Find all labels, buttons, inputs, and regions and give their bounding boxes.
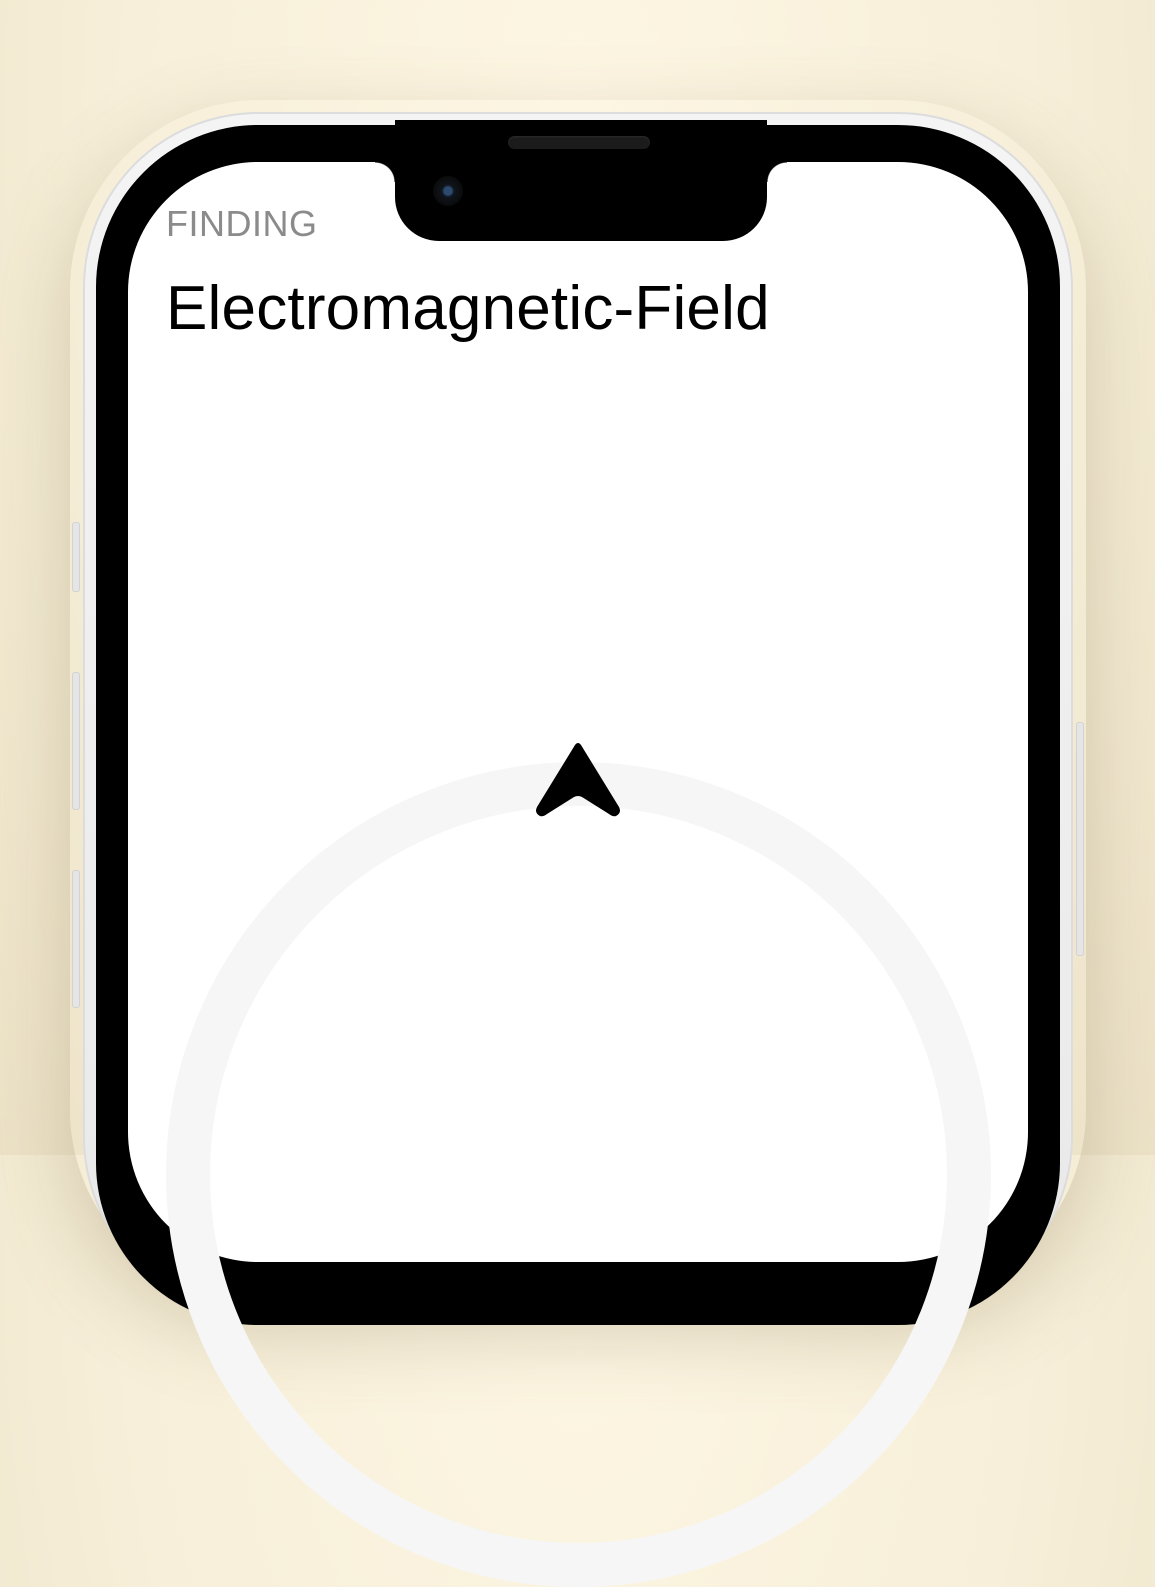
silent-switch bbox=[72, 522, 80, 592]
compass-ring bbox=[166, 762, 991, 1587]
power-button bbox=[1076, 722, 1084, 956]
earpiece-speaker bbox=[508, 136, 650, 149]
navigation-arrow-icon bbox=[536, 743, 620, 817]
volume-up-button bbox=[72, 672, 80, 810]
page-title: Electromagnetic-Field bbox=[166, 274, 770, 343]
status-label: FINDING bbox=[166, 203, 318, 244]
volume-down-button bbox=[72, 870, 80, 1008]
front-camera-icon bbox=[433, 176, 463, 206]
